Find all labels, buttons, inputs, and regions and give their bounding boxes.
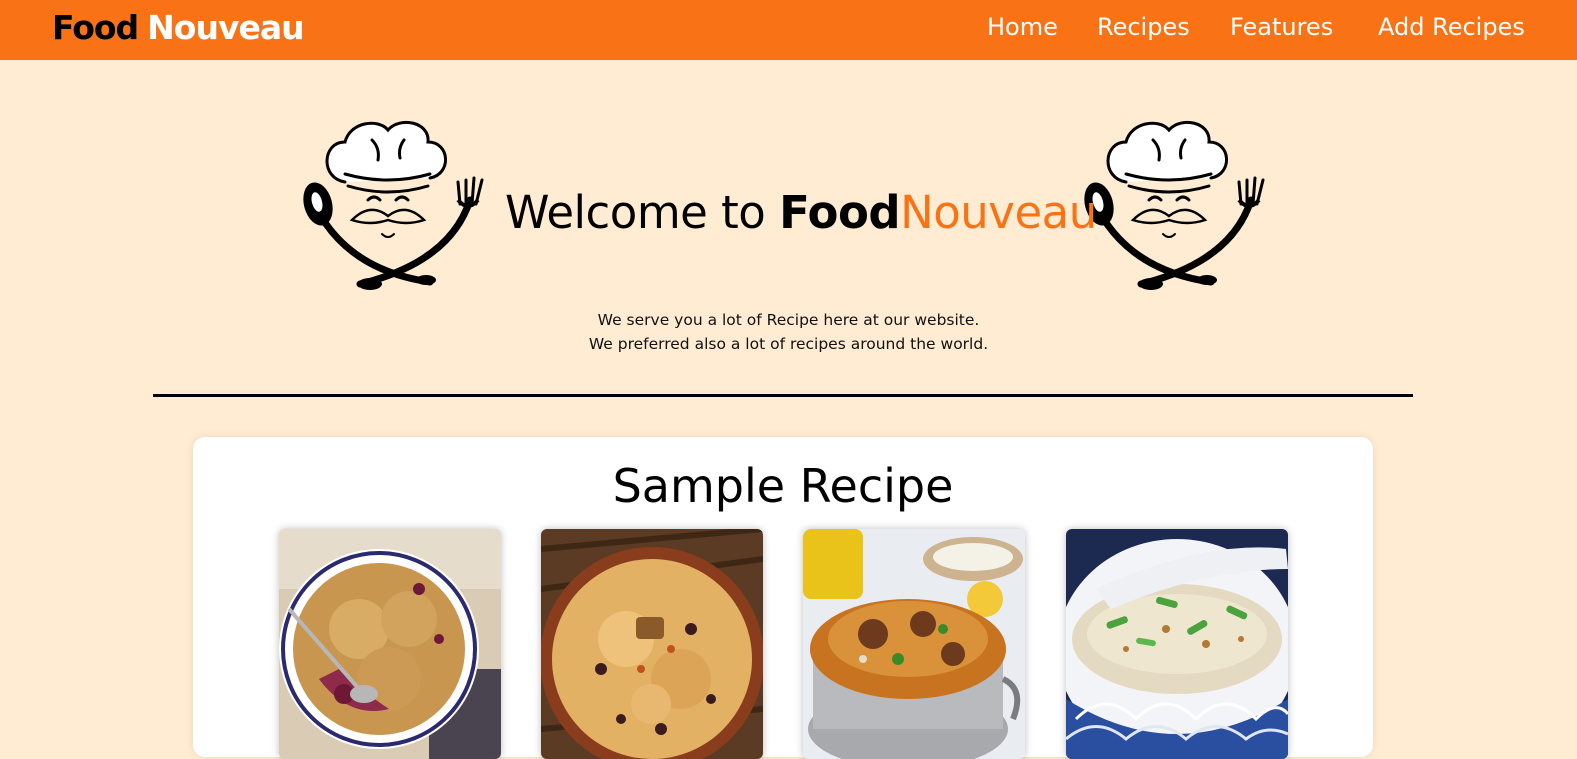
chef-logo-icon	[303, 120, 484, 290]
brand-logo[interactable]: Food Nouveau	[52, 8, 305, 47]
nav-recipes[interactable]: Recipes	[1097, 13, 1190, 41]
tagline-line-1: We serve you a lot of Recipe here at our…	[597, 311, 980, 329]
congee-image[interactable]	[1066, 529, 1288, 759]
hero-title-prefix: Welcome to	[505, 186, 780, 239]
chef-logo-icon	[1084, 120, 1265, 290]
berry-crumble-image[interactable]	[279, 529, 501, 759]
nav-add-recipes[interactable]: Add Recipes	[1378, 13, 1525, 41]
biryani-image[interactable]	[803, 529, 1025, 759]
sample-recipe-card: Sample Recipe	[193, 437, 1373, 759]
nav-home[interactable]: Home	[987, 13, 1058, 41]
sample-recipe-title: Sample Recipe	[612, 459, 954, 513]
hero-title-food: Food	[779, 186, 901, 239]
hero-title: Welcome to FoodNouveau	[505, 186, 1097, 239]
tagline-line-2: We preferred also a lot of recipes aroun…	[588, 335, 989, 353]
rice-pilaf-image[interactable]	[541, 529, 763, 759]
hero-tagline: We serve you a lot of Recipe here at our…	[0, 308, 1577, 356]
navbar: Food Nouveau Home Recipes Features Add Re…	[0, 0, 1577, 60]
nav-features[interactable]: Features	[1230, 13, 1333, 41]
section-divider	[153, 394, 1413, 397]
hero-title-nouveau: Nouveau	[900, 186, 1097, 239]
brand-nouveau: Nouveau	[147, 8, 304, 47]
brand-food: Food	[52, 8, 139, 47]
